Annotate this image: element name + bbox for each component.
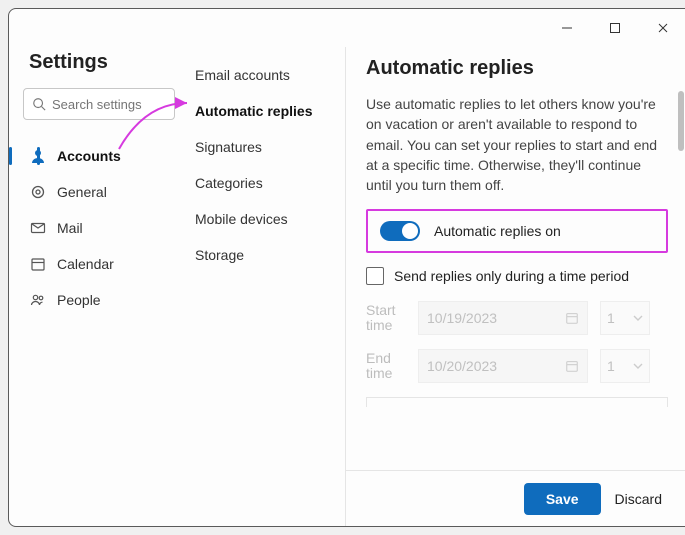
person-icon (29, 148, 47, 164)
time-period-checkbox[interactable] (366, 267, 384, 285)
panel-scroll: Automatic replies Use automatic replies … (346, 47, 685, 470)
start-time-row: Start time 10/19/2023 1 (366, 301, 668, 335)
calendar-icon (565, 311, 579, 325)
subnav-item-label: Automatic replies (195, 103, 312, 119)
discard-button[interactable]: Discard (615, 491, 662, 507)
chevron-down-icon (633, 361, 643, 371)
search-input-wrap[interactable] (23, 88, 175, 120)
sidebar-item-mail[interactable]: Mail (23, 210, 175, 246)
close-button[interactable] (640, 13, 685, 43)
subnav-item-signatures[interactable]: Signatures (185, 129, 337, 165)
calendar-icon (565, 359, 579, 373)
people-icon (29, 292, 47, 308)
end-date-value: 10/20/2023 (427, 358, 497, 374)
checkbox-label: Send replies only during a time period (394, 268, 629, 284)
minimize-button[interactable] (544, 13, 590, 43)
end-time-row: End time 10/20/2023 1 (366, 349, 668, 383)
cutoff-field (366, 397, 668, 407)
sidebar-item-label: People (57, 292, 101, 308)
sidebar-item-label: Accounts (57, 148, 121, 164)
toggle-label: Automatic replies on (434, 223, 561, 239)
settings-window: Settings Accounts General (8, 8, 685, 527)
automatic-replies-toggle[interactable] (380, 221, 420, 241)
subnav-item-label: Categories (195, 175, 263, 191)
titlebar (9, 9, 685, 47)
start-hour-field[interactable]: 1 (600, 301, 650, 335)
subnav-item-mobile-devices[interactable]: Mobile devices (185, 201, 337, 237)
subnav-item-storage[interactable]: Storage (185, 237, 337, 273)
subnav-item-categories[interactable]: Categories (185, 165, 337, 201)
start-time-label: Start time (366, 303, 406, 334)
save-button[interactable]: Save (524, 483, 601, 515)
content-panel: Automatic replies Use automatic replies … (345, 47, 685, 526)
subnav-item-email-accounts[interactable]: Email accounts (185, 57, 337, 93)
sidebar-item-calendar[interactable]: Calendar (23, 246, 175, 282)
mail-icon (29, 220, 47, 236)
start-date-value: 10/19/2023 (427, 310, 497, 326)
sidebar-item-people[interactable]: People (23, 282, 175, 318)
sidebar-item-general[interactable]: General (23, 174, 175, 210)
panel-title: Automatic replies (366, 57, 668, 80)
sidebar-item-label: Calendar (57, 256, 114, 272)
subnav-item-label: Signatures (195, 139, 262, 155)
scrollbar-thumb[interactable] (678, 91, 684, 151)
panel-description: Use automatic replies to let others know… (366, 94, 668, 195)
start-date-field[interactable]: 10/19/2023 (418, 301, 588, 335)
body: Settings Accounts General (9, 47, 685, 526)
end-hour-value: 1 (607, 358, 615, 374)
search-icon (32, 97, 46, 111)
settings-title: Settings (29, 51, 175, 74)
end-date-field[interactable]: 10/20/2023 (418, 349, 588, 383)
subnav: Email accounts Automatic replies Signatu… (185, 47, 345, 526)
subnav-item-label: Email accounts (195, 67, 290, 83)
calendar-icon (29, 256, 47, 272)
subnav-item-label: Mobile devices (195, 211, 288, 227)
end-time-label: End time (366, 351, 406, 382)
primary-sidebar: Settings Accounts General (9, 47, 185, 526)
sidebar-item-accounts[interactable]: Accounts (23, 138, 175, 174)
gear-icon (29, 184, 47, 200)
automatic-replies-toggle-row: Automatic replies on (366, 209, 668, 253)
time-period-checkbox-row: Send replies only during a time period (366, 267, 668, 285)
end-hour-field[interactable]: 1 (600, 349, 650, 383)
maximize-button[interactable] (592, 13, 638, 43)
footer: Save Discard (346, 470, 685, 526)
sidebar-item-label: General (57, 184, 107, 200)
subnav-item-automatic-replies[interactable]: Automatic replies (185, 93, 337, 129)
chevron-down-icon (633, 313, 643, 323)
start-hour-value: 1 (607, 310, 615, 326)
subnav-item-label: Storage (195, 247, 244, 263)
sidebar-item-label: Mail (57, 220, 83, 236)
scrollbar[interactable] (678, 91, 684, 462)
